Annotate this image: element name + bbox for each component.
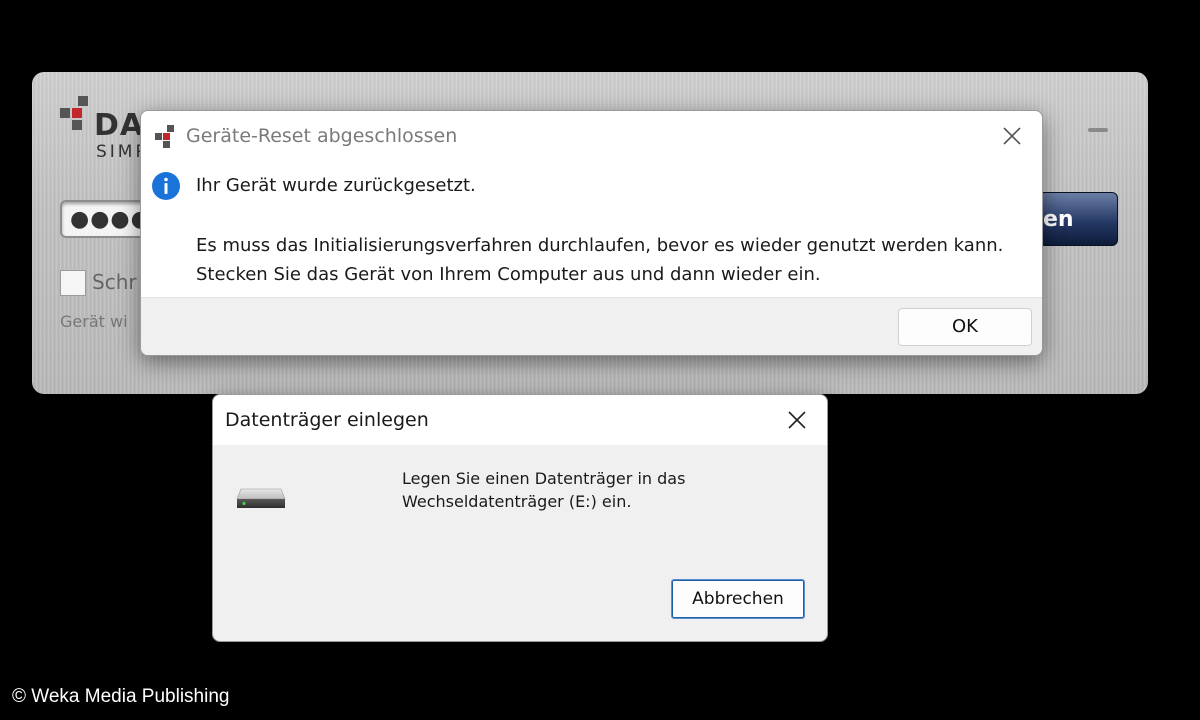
dialog-message: Legen Sie einen Datenträger in das Wechs… [402, 467, 802, 513]
app-checkbox[interactable] [60, 270, 86, 296]
removable-drive-icon [236, 488, 286, 508]
minimize-icon[interactable] [1088, 128, 1108, 132]
dialog-title: Geräte-Reset abgeschlossen [186, 125, 458, 147]
dialog-message-primary: Ihr Gerät wurde zurückgesetzt. [196, 175, 476, 196]
app-status-text: Gerät wi [60, 312, 128, 331]
close-icon[interactable] [786, 409, 808, 431]
app-checkbox-label: Schr [92, 270, 137, 294]
dialog-title: Datenträger einlegen [225, 409, 429, 431]
cancel-button[interactable]: Abbrechen [671, 579, 805, 619]
app-logo-icon [155, 125, 174, 148]
copyright-text: © Weka Media Publishing [12, 686, 230, 707]
dialog-message-line1: Legen Sie einen Datenträger in das [402, 469, 686, 488]
app-logo-text: DA [94, 108, 145, 143]
reset-completed-dialog: Geräte-Reset abgeschlossen Ihr Gerät wur… [140, 110, 1043, 356]
unlock-button[interactable]: en [1038, 192, 1118, 246]
close-icon[interactable] [1001, 125, 1023, 147]
dialog-message-secondary: Es muss das Initialisierungsverfahren du… [196, 235, 1004, 285]
dialog-message-line2: Wechseldatenträger (E:) ein. [402, 492, 632, 511]
info-icon [152, 172, 180, 200]
dialog-titlebar: Datenträger einlegen [213, 395, 827, 445]
ok-button[interactable]: OK [898, 308, 1032, 346]
insert-medium-dialog: Datenträger einlegen Legen Sie einen Dat… [212, 394, 828, 642]
app-logo-icon [60, 96, 88, 130]
dialog-footer: OK [141, 297, 1042, 355]
